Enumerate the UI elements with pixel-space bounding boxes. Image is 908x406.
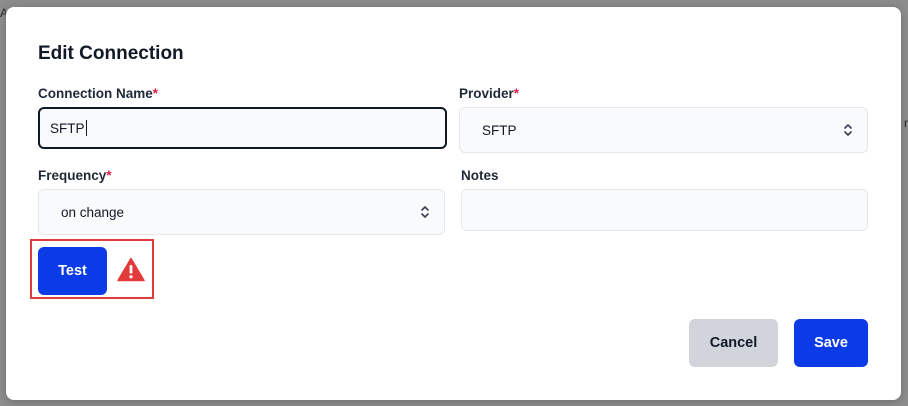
notes-label-text: Notes bbox=[461, 168, 499, 183]
connection-name-value: SFTP bbox=[50, 120, 85, 136]
required-marker: * bbox=[513, 86, 520, 101]
backdrop-text-fragment: r bbox=[904, 116, 908, 130]
connection-name-input[interactable]: SFTP bbox=[38, 107, 447, 149]
cancel-button[interactable]: Cancel bbox=[689, 319, 778, 367]
edit-connection-dialog: Edit Connection Connection Name* SFTP Pr… bbox=[6, 7, 901, 400]
notes-input[interactable] bbox=[461, 189, 868, 231]
warning-triangle-icon bbox=[117, 257, 145, 282]
dialog-title: Edit Connection bbox=[38, 43, 184, 64]
provider-selected-value: SFTP bbox=[482, 122, 517, 138]
notes-label: Notes bbox=[461, 168, 499, 183]
provider-label: Provider* bbox=[459, 86, 519, 101]
select-chevron-icon bbox=[844, 124, 852, 136]
provider-select[interactable]: SFTP bbox=[459, 107, 868, 153]
frequency-selected-value: on change bbox=[61, 204, 125, 220]
required-marker: * bbox=[106, 168, 112, 183]
connection-name-label-text: Connection Name bbox=[38, 86, 153, 101]
connection-name-label: Connection Name* bbox=[38, 86, 158, 101]
text-caret bbox=[85, 120, 87, 136]
frequency-label: Frequency* bbox=[38, 168, 112, 183]
frequency-select[interactable]: on change bbox=[38, 189, 445, 235]
select-chevron-icon bbox=[421, 206, 429, 218]
frequency-label-text: Frequency bbox=[38, 168, 107, 183]
required-marker: * bbox=[152, 86, 159, 101]
test-button[interactable]: Test bbox=[38, 247, 107, 295]
provider-label-text: Provider bbox=[459, 86, 514, 101]
save-button[interactable]: Save bbox=[794, 319, 868, 367]
